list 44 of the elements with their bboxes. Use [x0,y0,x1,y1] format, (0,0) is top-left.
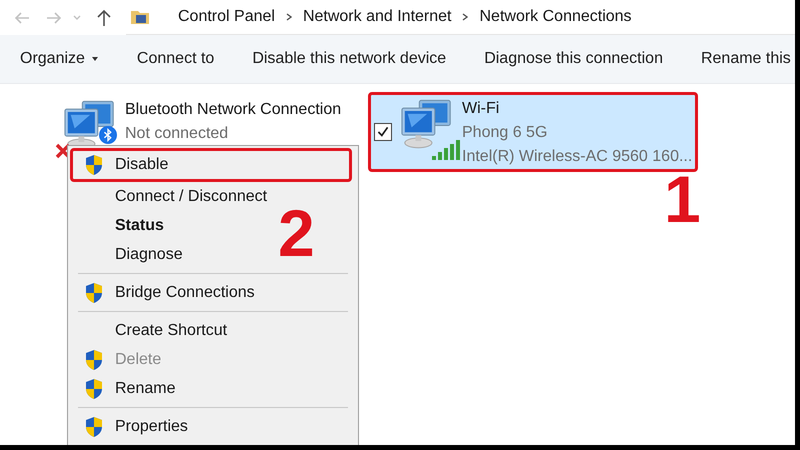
checkbox[interactable] [374,123,392,141]
menu-item-label: Connect / Disconnect [115,188,268,206]
menu-item[interactable]: Bridge Connections [70,278,270,307]
toolbar-button[interactable]: Rename this [694,46,795,72]
toolbar-button[interactable]: Disable this network device [246,46,452,72]
connection-status: Phong 6 5G [462,124,548,142]
adapter-name: Intel(R) Wireless-AC 9560 160... [462,148,692,166]
connection-item[interactable]: Wi-Fi Phong 6 5G Intel(R) Wireless-AC 9560 160... [368,92,698,172]
menu-item[interactable]: Create Shortcut [70,316,242,345]
shield-icon [84,154,104,176]
chevron-down-icon[interactable] [72,12,82,22]
folder-icon [130,8,150,26]
signal-bars-icon [432,138,462,160]
cross-icon [55,143,71,159]
toolbar-button[interactable]: Organize [14,46,105,72]
menu-item-label: Delete [115,350,162,368]
breadcrumb-separator-icon [284,12,293,22]
menu-item-label: Rename [115,380,176,398]
bluetooth-badge-icon [99,126,117,144]
menu-item-label: Create Shortcut [115,322,228,340]
breadcrumb-separator-icon [461,12,470,22]
connection-name: Bluetooth Network Connection [125,101,342,119]
menu-item-label: Diagnose [115,246,183,264]
dropdown-caret-icon [90,56,99,62]
connection-status: Not connected [125,125,230,143]
menu-item[interactable]: Disable [70,148,352,182]
breadcrumb[interactable]: Network Connections [479,8,632,26]
breadcrumb[interactable]: Control Panel [178,8,275,26]
menu-item[interactable]: Diagnose [70,240,198,269]
connection-name: Wi-Fi [462,100,500,118]
shield-icon [84,416,104,438]
menu-item[interactable]: Rename [70,374,190,403]
breadcrumb[interactable]: Network and Internet [302,8,452,26]
menu-item-label: Disable [115,156,168,174]
menu-item-label: Bridge Connections [115,284,255,302]
shield-icon [84,348,104,370]
shield-icon [84,282,104,304]
toolbar-button[interactable]: Connect to [130,46,220,72]
menu-item[interactable]: Properties [70,412,203,441]
menu-item-label: Properties [115,418,188,436]
toolbar-button[interactable]: Diagnose this connection [478,46,669,72]
menu-item[interactable]: Status [70,211,179,240]
menu-item-label: Status [115,216,164,234]
shield-icon [84,378,104,400]
